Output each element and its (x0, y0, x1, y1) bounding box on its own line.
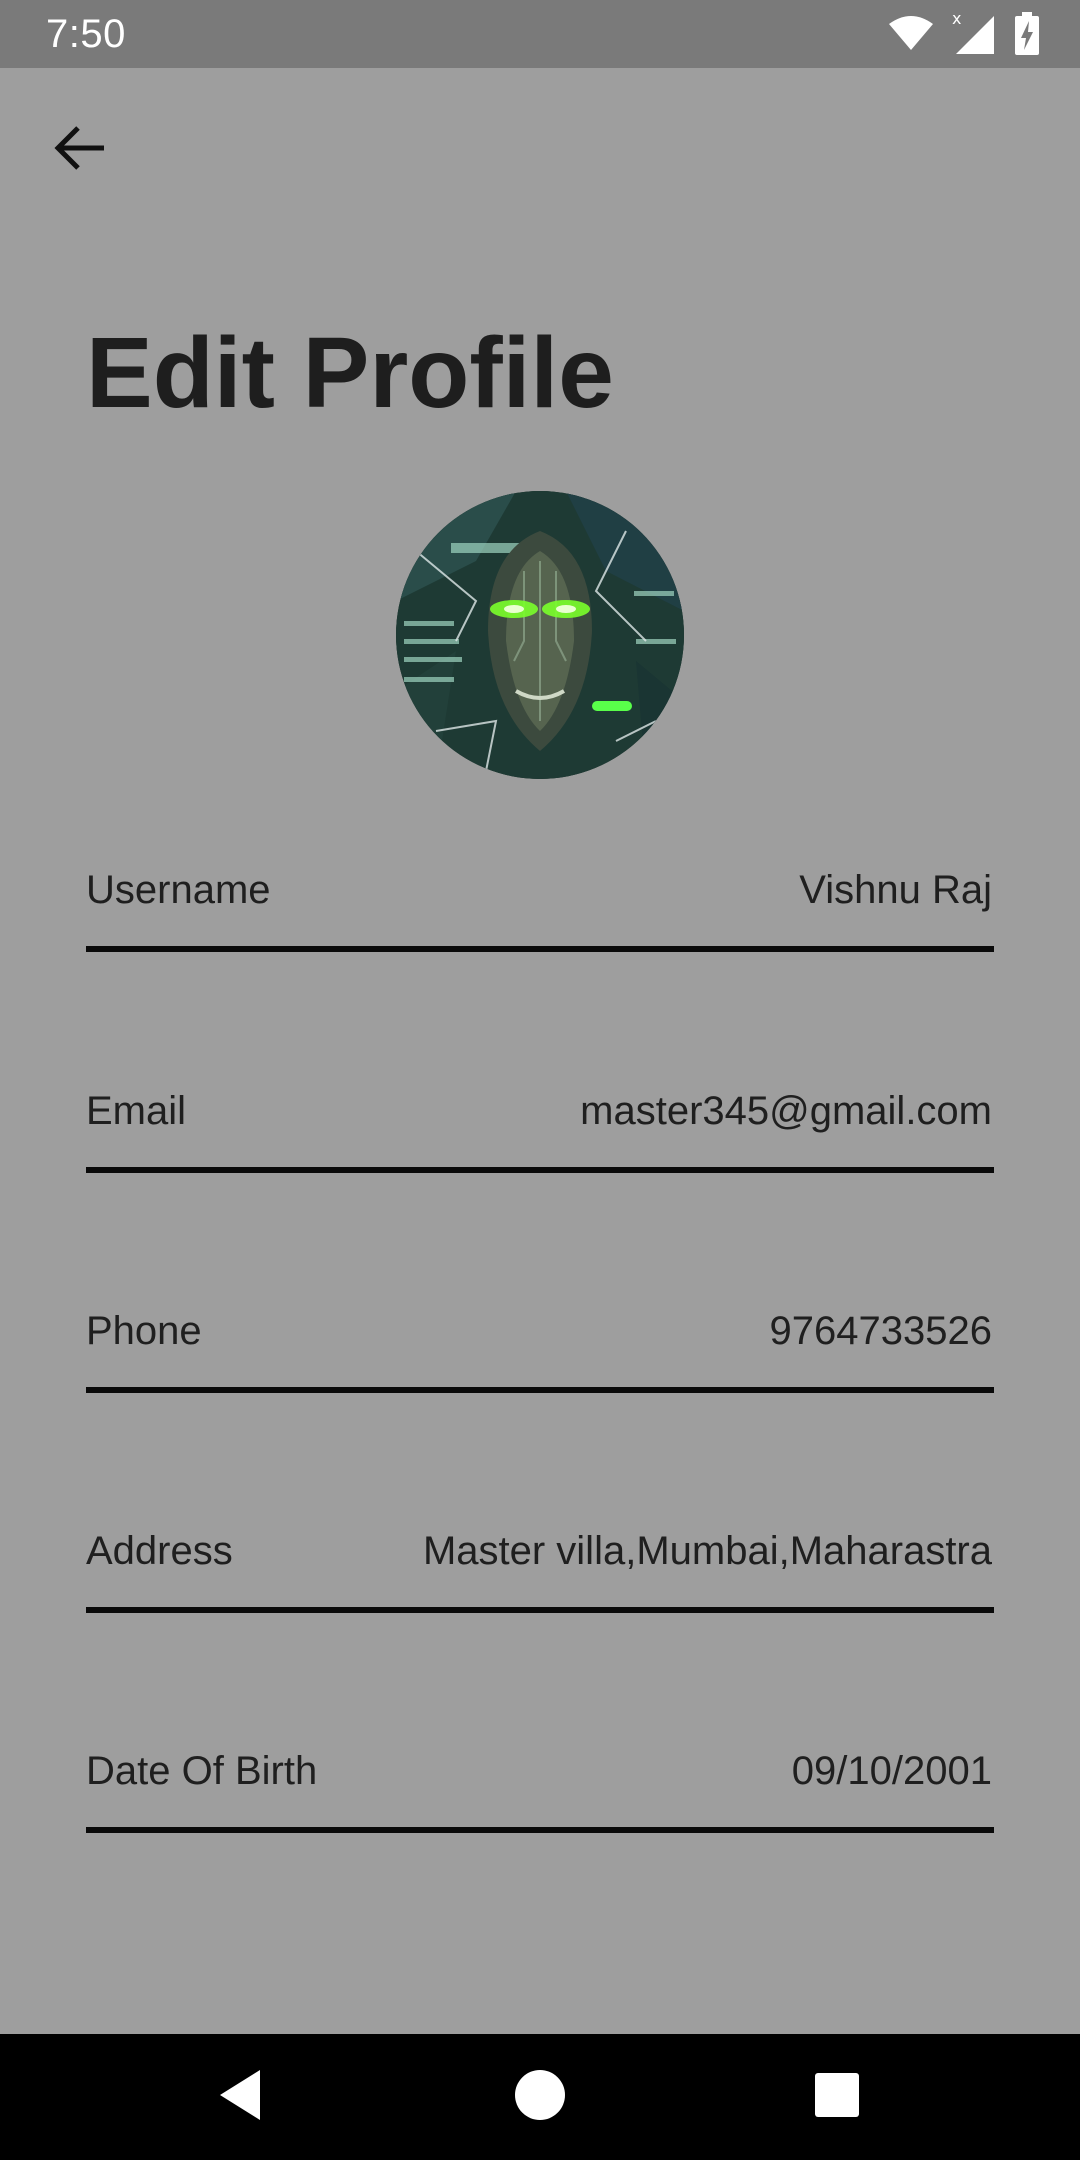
username-value[interactable]: Vishnu Raj (799, 868, 992, 913)
phone-row[interactable]: Phone 9764733526 (86, 1273, 994, 1393)
address-value[interactable]: Master villa,Mumbai,Maharastra (423, 1529, 992, 1574)
username-row[interactable]: Username Vishnu Raj (86, 832, 994, 952)
phone-value[interactable]: 9764733526 (770, 1309, 992, 1354)
address-label: Address (86, 1529, 233, 1573)
username-underline (86, 946, 994, 952)
arrow-back-icon (54, 125, 106, 176)
email-value[interactable]: master345@gmail.com (580, 1089, 992, 1134)
wifi-icon (888, 16, 934, 52)
nav-home-button[interactable] (505, 2062, 575, 2132)
svg-text:x: x (952, 12, 961, 28)
email-underline (86, 1167, 994, 1173)
nav-back-button[interactable] (205, 2062, 275, 2132)
date-of-birth-label: Date Of Birth (86, 1749, 318, 1793)
system-nav-bar (0, 2034, 1080, 2160)
address-row[interactable]: Address Master villa,Mumbai,Maharastra (86, 1493, 994, 1613)
date-of-birth-value[interactable]: 09/10/2001 (792, 1749, 992, 1794)
username-label: Username (86, 868, 271, 912)
back-triangle-icon (216, 2068, 264, 2127)
battery-charging-icon (1014, 12, 1040, 56)
status-icons: x (888, 12, 1040, 56)
date-of-birth-underline (86, 1827, 994, 1833)
signal-icon: x (952, 12, 996, 56)
email-label: Email (86, 1089, 187, 1133)
date-of-birth-row[interactable]: Date Of Birth 09/10/2001 (86, 1713, 994, 1833)
page-title: Edit Profile (86, 317, 614, 429)
status-bar: 7:50 x (0, 0, 1080, 68)
home-circle-icon (513, 2068, 567, 2127)
address-underline (86, 1607, 994, 1613)
phone-label: Phone (86, 1309, 202, 1353)
back-button[interactable] (40, 110, 120, 190)
profile-avatar-image[interactable] (396, 491, 684, 779)
nav-recents-button[interactable] (802, 2062, 872, 2132)
status-time: 7:50 (46, 12, 126, 56)
recents-square-icon (814, 2072, 860, 2123)
email-row[interactable]: Email master345@gmail.com (86, 1053, 994, 1173)
phone-underline (86, 1387, 994, 1393)
